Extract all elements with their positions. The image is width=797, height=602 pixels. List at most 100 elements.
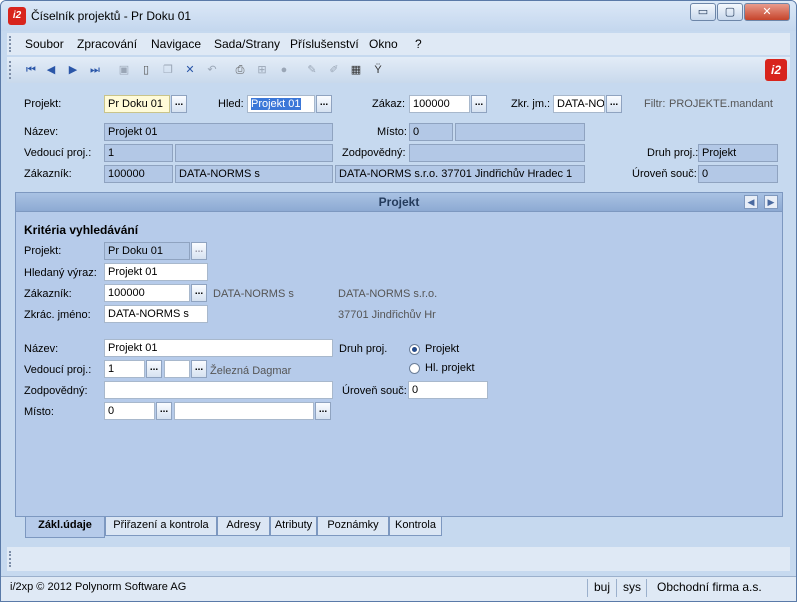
radio-projekt[interactable]	[409, 344, 420, 355]
p-zakaznik-label: Zákazník:	[24, 288, 72, 300]
misto-name-field	[455, 123, 585, 141]
druh-field: Projekt	[698, 144, 778, 162]
menu-sada-strany[interactable]: Sada/Strany	[214, 37, 280, 51]
p-misto-name-field[interactable]	[174, 402, 314, 420]
p-zodpovedny-label: Zodpovědný:	[24, 385, 88, 397]
status-sep-3	[646, 579, 647, 597]
close-button[interactable]: ✕	[744, 3, 790, 21]
p-zakaznik-lookup-button[interactable]: ...	[191, 284, 207, 302]
hledany-label: Hledaný výraz:	[24, 267, 97, 279]
menu-soubor[interactable]: Soubor	[25, 37, 64, 51]
menu-zpracovani[interactable]: Zpracování	[77, 37, 137, 51]
menu-help[interactable]: ?	[415, 37, 422, 51]
zodpovedny-field	[409, 144, 585, 162]
p-nazev-field[interactable]: Projekt 01	[104, 339, 333, 357]
hled-field[interactable]: Projekt 01	[247, 95, 315, 113]
filter-icon[interactable]: Ÿ	[371, 63, 385, 77]
p-nazev-label: Název:	[24, 343, 59, 355]
brand-logo-icon: i2	[765, 59, 787, 81]
edit-icon[interactable]: ✎	[305, 63, 319, 77]
tab-adresy[interactable]: Adresy	[217, 517, 270, 536]
zodpovedny-label: Zodpovědný:	[342, 147, 406, 159]
new-icon[interactable]: ▯	[139, 63, 153, 77]
section-title: Kritéria vyhledávání	[24, 223, 139, 237]
vedouci-name-field	[175, 144, 333, 162]
hledany-field[interactable]: Projekt 01	[104, 263, 208, 281]
prev-icon[interactable]: ◀	[44, 63, 58, 77]
minimize-button[interactable]: ▭	[690, 3, 716, 21]
delete-icon[interactable]: ✕	[183, 63, 197, 77]
zakaz-field[interactable]: 100000	[409, 95, 470, 113]
p-vedouci-name: Železná Dagmar	[210, 365, 292, 377]
tab-bar: Zákl.údaje Přiřazení a kontrola Adresy A…	[15, 517, 783, 539]
tab-atributy[interactable]: Atributy	[270, 517, 317, 536]
status-user: buj	[594, 580, 611, 594]
p-vedouci-extra-lookup-button[interactable]: ...	[191, 360, 207, 378]
vedouci-label: Vedoucí proj.:	[24, 147, 92, 159]
undo-icon[interactable]: ↶	[205, 63, 219, 77]
copy-icon[interactable]: ❐	[161, 63, 175, 77]
menu-prislusenstvi[interactable]: Příslušenství	[290, 37, 359, 51]
stop-icon[interactable]: ●	[277, 63, 291, 77]
p-projekt-label: Projekt:	[24, 245, 62, 257]
filtr-value: PROJEKTE.mandant	[669, 98, 773, 110]
save-icon[interactable]: ▣	[117, 63, 131, 77]
status-db: sys	[623, 580, 641, 594]
menu-bar: Soubor Zpracování Navigace Sada/Strany P…	[7, 33, 790, 55]
p-projekt-lookup-button[interactable]: ...	[191, 242, 207, 260]
tree-icon[interactable]: ⊞	[255, 63, 269, 77]
p-projekt-field[interactable]: Pr Doku 01	[104, 242, 190, 260]
menu-grip-icon	[9, 36, 11, 52]
panel-prev-icon[interactable]: ◀	[744, 195, 758, 209]
zkrac-field[interactable]: DATA-NORMS s	[104, 305, 208, 323]
next-icon[interactable]: ▶	[66, 63, 80, 77]
menu-navigace[interactable]: Navigace	[151, 37, 201, 51]
vedouci-field: 1	[104, 144, 173, 162]
tab-poznamky[interactable]: Poznámky	[317, 517, 389, 536]
zkrac-label: Zkrác. jméno:	[24, 309, 91, 321]
hled-lookup-button[interactable]: ...	[316, 95, 332, 113]
zkr-field[interactable]: DATA-NO	[553, 95, 605, 113]
radio-hl-projekt-label: Hl. projekt	[425, 362, 475, 374]
p-misto-lookup-button[interactable]: ...	[156, 402, 172, 420]
last-icon[interactable]: ⏭	[88, 63, 102, 77]
projekt-lookup-button[interactable]: ...	[171, 95, 187, 113]
p-vedouci-lookup-button[interactable]: ...	[146, 360, 162, 378]
p-vedouci-extra-field[interactable]	[164, 360, 190, 378]
p-zodpovedny-field[interactable]	[104, 381, 333, 399]
projekt-field[interactable]: Pr Doku 01	[104, 95, 170, 113]
table-icon[interactable]: ▦	[349, 63, 363, 77]
secondary-toolbar	[7, 547, 790, 571]
zakaznik-address-field: DATA-NORMS s.r.o. 37701 Jindřichův Hrade…	[335, 165, 585, 183]
p-zakaznik-name2: DATA-NORMS s.r.o.	[338, 288, 438, 300]
secondary-grip-icon	[9, 551, 11, 567]
panel-next-icon[interactable]: ▶	[764, 195, 778, 209]
edit2-icon[interactable]: ✐	[327, 63, 341, 77]
toolbar: ⏮ ◀ ▶ ⏭ ▣ ▯ ❐ ✕ ↶ ⎙ ⊞ ● ✎ ✐ ▦ Ÿ i2	[7, 57, 790, 83]
maximize-button[interactable]: ▢	[717, 3, 743, 21]
zakaznik-code-field: 100000	[104, 165, 173, 183]
tab-prirazeni[interactable]: Přiřazení a kontrola	[105, 517, 217, 536]
panel-header: Projekt ◀ ▶	[15, 192, 783, 212]
p-misto-field[interactable]: 0	[104, 402, 155, 420]
zakaznik-label: Zákazník:	[24, 168, 72, 180]
menu-okno[interactable]: Okno	[369, 37, 398, 51]
p-vedouci-field[interactable]: 1	[104, 360, 145, 378]
p-zakaznik-field[interactable]: 100000	[104, 284, 190, 302]
zakaz-lookup-button[interactable]: ...	[471, 95, 487, 113]
tab-zakl-udaje[interactable]: Zákl.údaje	[25, 517, 105, 538]
tab-kontrola[interactable]: Kontrola	[389, 517, 442, 536]
p-misto-name-lookup-button[interactable]: ...	[315, 402, 331, 420]
status-copyright: i/2xp © 2012 Polynorm Software AG	[10, 581, 187, 593]
status-sep-2	[616, 579, 617, 597]
app-logo-icon: i2	[8, 7, 26, 25]
first-icon[interactable]: ⏮	[24, 63, 38, 77]
misto-field: 0	[409, 123, 453, 141]
p-uroven-field[interactable]: 0	[408, 381, 488, 399]
print-icon[interactable]: ⎙	[233, 63, 247, 77]
zakaz-label: Zákaz:	[372, 98, 406, 110]
zkr-lookup-button[interactable]: ...	[606, 95, 622, 113]
radio-hl-projekt[interactable]	[409, 363, 420, 374]
status-company: Obchodní firma a.s.	[657, 580, 762, 594]
p-zakaznik-name: DATA-NORMS s	[213, 288, 294, 300]
